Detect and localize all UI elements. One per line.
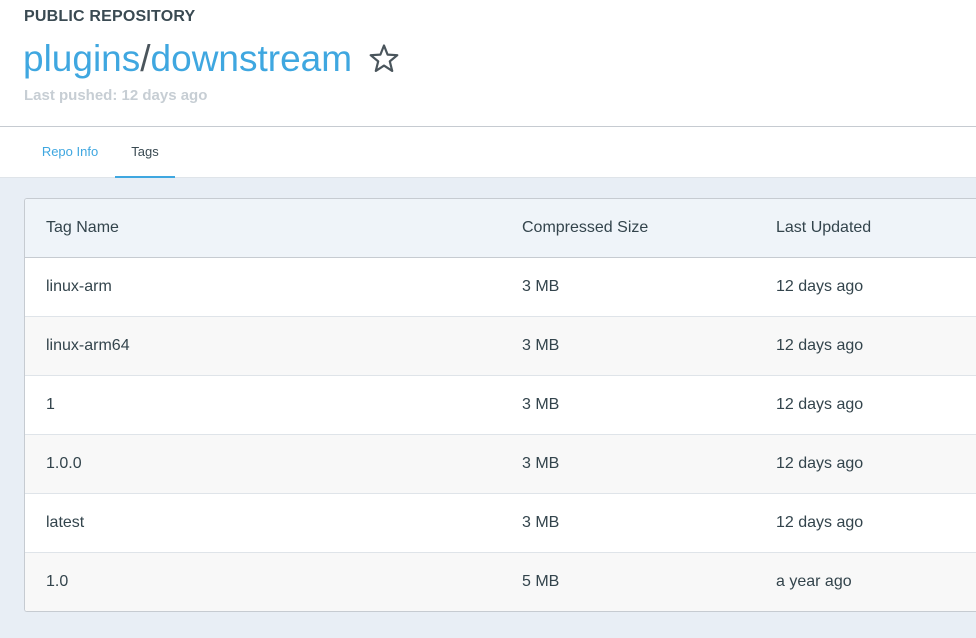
compressed-size-cell: 3 MB	[522, 455, 560, 472]
table-row: 1.0.0 3 MB 12 days ago	[25, 435, 976, 494]
tags-table: Tag Name Compressed Size Last Updated li…	[24, 198, 976, 612]
tag-name-cell: latest	[46, 514, 85, 531]
repo-title: plugins / downstream	[23, 36, 400, 82]
column-header-compressed-size[interactable]: Compressed Size	[522, 199, 648, 257]
repo-header: PUBLIC REPOSITORY plugins / downstream Las…	[0, 0, 976, 127]
compressed-size-cell: 5 MB	[522, 573, 560, 590]
tag-name-cell: 1.0.0	[46, 455, 82, 472]
table-row: 1 3 MB 12 days ago	[25, 376, 976, 435]
tag-name-cell: linux-arm	[46, 278, 112, 295]
repo-name: downstream	[150, 38, 353, 79]
table-row: linux-arm 3 MB 12 days ago	[25, 258, 976, 317]
table-row: linux-arm64 3 MB 12 days ago	[25, 317, 976, 376]
last-updated-cell: 12 days ago	[776, 278, 864, 295]
last-updated-cell: 12 days ago	[776, 514, 864, 531]
repo-type-label: PUBLIC REPOSITORY	[24, 8, 196, 25]
last-pushed-text: Last pushed: 12 days ago	[24, 87, 208, 104]
compressed-size-cell: 3 MB	[522, 514, 560, 531]
tag-name-cell: 1.0	[46, 573, 69, 590]
last-updated-cell: 12 days ago	[776, 455, 864, 472]
compressed-size-cell: 3 MB	[522, 278, 560, 295]
compressed-size-cell: 3 MB	[522, 337, 560, 354]
repo-namespace-link[interactable]: plugins	[23, 36, 140, 82]
tag-name-cell: linux-arm64	[46, 337, 130, 354]
star-icon[interactable]	[368, 43, 400, 75]
repo-title-separator: /	[140, 38, 151, 79]
last-updated-cell: 12 days ago	[776, 396, 864, 413]
last-updated-cell: 12 days ago	[776, 337, 864, 354]
compressed-size-cell: 3 MB	[522, 396, 560, 413]
table-header-row: Tag Name Compressed Size Last Updated	[25, 199, 976, 258]
last-updated-cell: a year ago	[776, 573, 852, 590]
column-header-last-updated[interactable]: Last Updated	[776, 199, 871, 257]
tag-name-cell: 1	[46, 396, 55, 413]
tab-bar: Repo Info Tags	[0, 127, 976, 178]
tab-repo-info[interactable]: Repo Info	[27, 127, 113, 177]
table-row: latest 3 MB 12 days ago	[25, 494, 976, 553]
table-row: 1.0 5 MB a year ago	[25, 553, 976, 611]
tab-tags[interactable]: Tags	[115, 127, 175, 178]
column-header-tag-name[interactable]: Tag Name	[46, 199, 119, 257]
